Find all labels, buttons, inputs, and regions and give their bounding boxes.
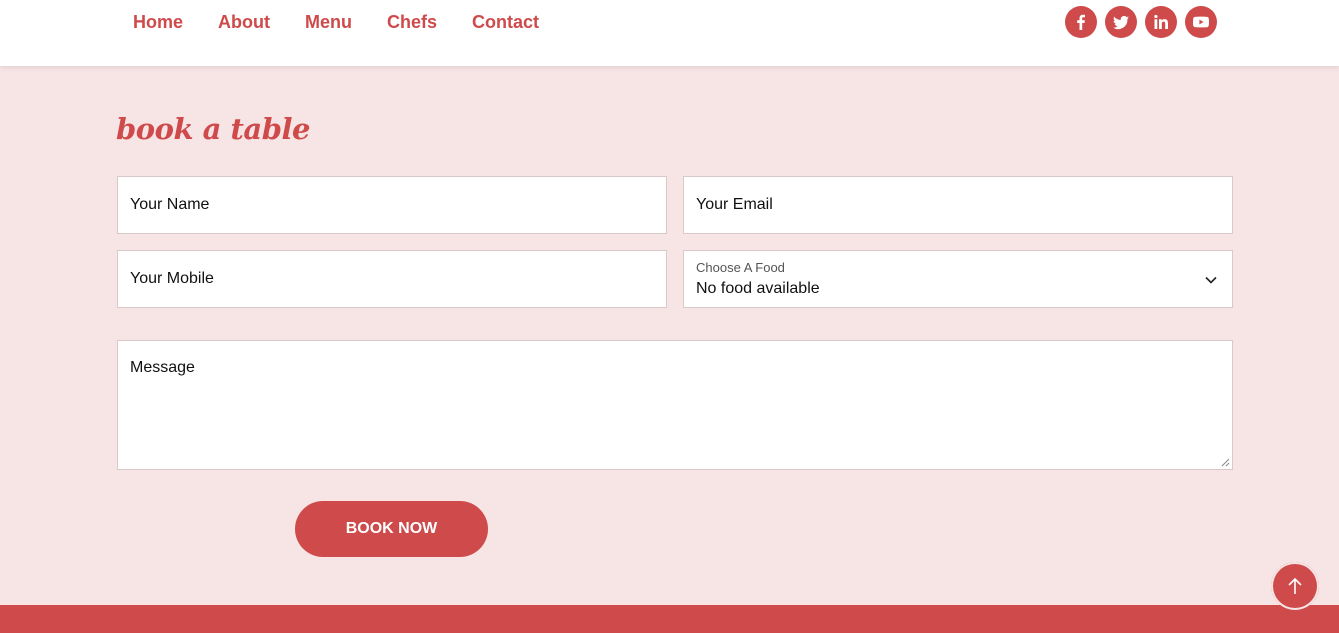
nav-home-link[interactable]: Home [133,12,183,33]
youtube-button[interactable] [1185,6,1217,38]
name-input[interactable] [118,177,666,233]
email-input[interactable] [684,177,1232,233]
message-input[interactable] [118,341,1232,469]
main-nav: Home About Menu Chefs Contact [133,0,574,44]
email-field [683,176,1233,234]
message-field [117,340,1233,470]
site-header: Home About Menu Chefs Contact [0,0,1339,66]
linkedin-button[interactable] [1145,6,1177,38]
back-to-top-button[interactable] [1271,562,1319,610]
facebook-button[interactable] [1065,6,1097,38]
food-select-value: No food available [696,280,820,297]
twitter-button[interactable] [1105,6,1137,38]
arrow-up-icon [1288,577,1302,594]
resize-grip-icon[interactable] [1220,457,1230,467]
name-field [117,176,667,234]
mobile-field [117,250,667,308]
youtube-icon [1193,16,1209,28]
nav-chefs-link[interactable]: Chefs [387,12,437,33]
chevron-down-icon [1205,276,1217,284]
food-select[interactable]: Choose A Food No food available [683,250,1233,308]
mobile-input[interactable] [118,251,666,307]
food-select-label: Choose A Food [696,260,785,275]
facebook-icon [1077,14,1085,30]
nav-contact-link[interactable]: Contact [472,12,539,33]
nav-menu-link[interactable]: Menu [305,12,352,33]
social-links [1065,6,1217,38]
nav-about-link[interactable]: About [218,12,270,33]
book-now-button[interactable]: BOOK NOW [295,501,488,557]
linkedin-icon [1154,14,1168,29]
twitter-icon [1113,15,1129,30]
footer-strip [0,605,1339,633]
section-title: book a table [116,112,310,146]
